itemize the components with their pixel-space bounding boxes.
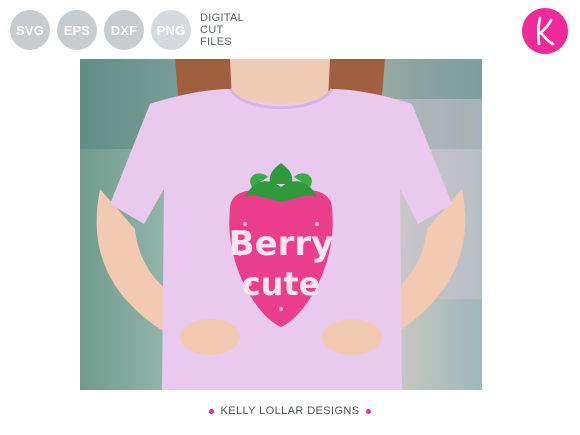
eps-badge: EPS — [57, 10, 97, 50]
cut-files-line-1: DIGITAL — [200, 12, 245, 24]
digital-cut-files-label: DIGITAL CUT FILES — [200, 12, 244, 48]
product-photo: Berry cute — [80, 59, 482, 390]
brand-logo-icon — [522, 8, 568, 54]
k-monogram-icon — [537, 16, 555, 46]
footer-dot-left-icon — [209, 408, 215, 414]
footer: KELLY LOLLAR DESIGNS — [0, 405, 580, 417]
shirt-text-cute: cute — [242, 265, 321, 303]
cut-files-line-3: FILES — [200, 36, 233, 48]
dxf-badge: DXF — [104, 10, 144, 50]
cut-files-line-2: CUT — [200, 24, 224, 36]
shirt-text-berry: Berry — [229, 224, 334, 264]
format-badges: SVG EPS DXF PNG DIGITAL CUT FILES — [10, 10, 244, 50]
girl-in-tshirt-image: Berry cute — [80, 59, 482, 390]
png-badge: PNG — [151, 10, 191, 50]
footer-brand: KELLY LOLLAR DESIGNS — [220, 405, 360, 417]
svg-badge: SVG — [10, 10, 50, 50]
footer-dot-right-icon — [365, 408, 371, 414]
